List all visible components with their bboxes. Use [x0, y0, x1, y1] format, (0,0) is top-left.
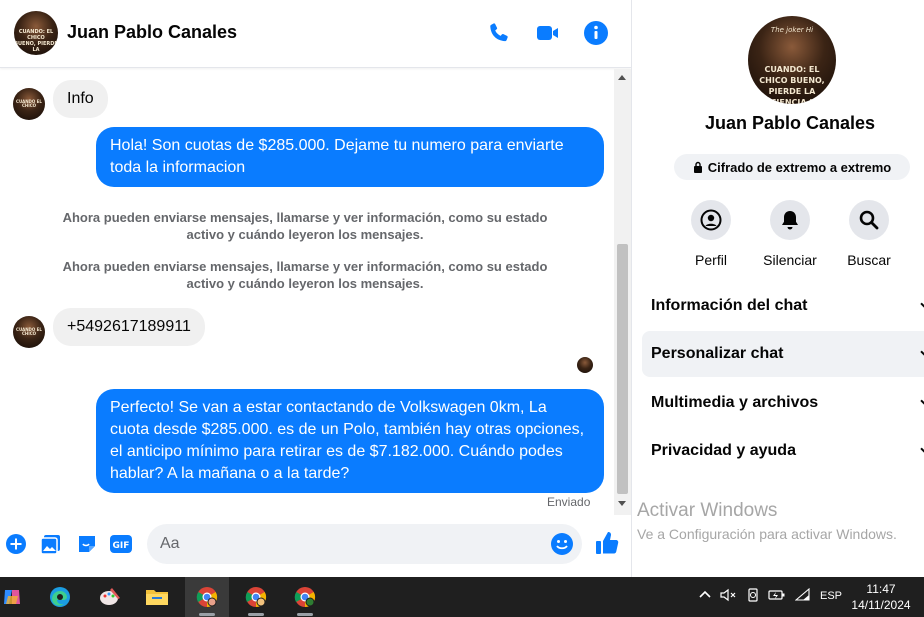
message-status: Enviado	[547, 495, 591, 509]
section-chat-info[interactable]: Información del chat	[642, 283, 924, 329]
battery-charging-icon[interactable]	[768, 588, 786, 605]
incoming-message[interactable]: +5492617189911	[53, 308, 205, 346]
outgoing-message[interactable]: Perfecto! Se van a estar contactando de …	[96, 389, 604, 493]
section-label: Privacidad y ayuda	[651, 442, 796, 459]
section-media-files[interactable]: Multimedia y archivos	[642, 380, 924, 426]
conversation-info-panel: The joker Hi CUANDO: EL CHICO BUENO, PIE…	[631, 0, 924, 577]
messenger-window: CUANDO: EL CHICO BUENO, PIERDE LA Juan Pa…	[0, 0, 924, 577]
chevron-down-icon	[920, 443, 924, 455]
info-contact-name: Juan Pablo Canales	[704, 113, 876, 133]
profile-label: Perfil	[695, 252, 727, 268]
profile-icon[interactable]	[691, 200, 731, 240]
info-icon[interactable]	[582, 19, 610, 47]
section-label: Información del chat	[651, 297, 808, 314]
speaker-muted-icon[interactable]	[720, 588, 736, 605]
message-scrollbar[interactable]	[614, 69, 631, 515]
copilot-icon[interactable]	[0, 577, 34, 617]
contact-avatar-small[interactable]: CUANDO EL CHICO	[13, 88, 45, 120]
message-input[interactable]	[160, 524, 550, 564]
system-clock[interactable]: 11:47 14/11/2024	[845, 581, 917, 613]
clock-time: 11:47	[866, 582, 896, 596]
system-notice: Ahora pueden enviarse mensajes, llamarse…	[62, 210, 548, 242]
paint-icon[interactable]	[88, 577, 132, 617]
chevron-down-icon	[920, 346, 924, 358]
section-privacy-help[interactable]: Privacidad y ayuda	[642, 428, 924, 474]
message-input-box[interactable]	[147, 524, 582, 564]
message-list[interactable]: CUANDO EL CHICO Info Hola! Son cuotas de…	[0, 69, 614, 515]
avatar-caption: CUANDO: EL CHICO BUENO, PIERDE LA PACIEN…	[759, 65, 825, 104]
contact-avatar-small[interactable]: CUANDO EL CHICO	[13, 316, 45, 348]
plus-icon[interactable]	[4, 532, 28, 556]
sticker-icon[interactable]	[75, 532, 99, 556]
clock-date: 14/11/2024	[851, 598, 911, 612]
phone-call-icon[interactable]	[485, 19, 513, 47]
section-label: Personalizar chat	[651, 345, 784, 362]
scroll-up-icon[interactable]	[618, 75, 626, 80]
lock-icon	[693, 161, 702, 173]
file-explorer-icon[interactable]	[135, 577, 179, 617]
wifi-icon[interactable]	[794, 587, 811, 605]
battery-saver-icon[interactable]	[746, 587, 760, 606]
like-icon[interactable]	[594, 530, 620, 556]
encryption-badge[interactable]: Cifrado de extremo a extremo	[674, 154, 910, 180]
bell-icon[interactable]	[770, 200, 810, 240]
activation-watermark-subtitle: Ve a Configuración para activar Windows.	[637, 526, 897, 542]
active-indicator	[199, 613, 215, 616]
chrome-profile-t-icon[interactable]	[283, 577, 327, 617]
system-notice: Ahora pueden enviarse mensajes, llamarse…	[62, 259, 548, 291]
open-indicator	[297, 613, 313, 616]
search-icon[interactable]	[849, 200, 889, 240]
edge-icon[interactable]	[38, 577, 82, 617]
gallery-icon[interactable]	[39, 532, 63, 556]
chevron-down-icon	[920, 298, 924, 310]
activation-watermark-title: Activar Windows	[637, 500, 778, 521]
section-customize-chat[interactable]: Personalizar chat	[642, 331, 924, 377]
chrome-icon[interactable]	[185, 577, 229, 617]
encryption-label: Cifrado de extremo a extremo	[707, 159, 892, 175]
chat-pane: CUANDO: EL CHICO BUENO, PIERDE LA Juan Pa…	[0, 0, 631, 577]
mute-label: Silenciar	[763, 252, 817, 268]
tray-chevron-up-icon[interactable]	[698, 587, 712, 604]
gif-icon[interactable]: GIF	[109, 532, 133, 556]
emoji-icon[interactable]	[550, 532, 574, 561]
scroll-down-icon[interactable]	[618, 501, 626, 506]
search-action[interactable]: Buscar	[834, 200, 904, 268]
contact-avatar[interactable]: CUANDO: EL CHICO BUENO, PIERDE LA	[14, 11, 58, 55]
contact-name[interactable]: Juan Pablo Canales	[67, 22, 237, 43]
read-receipt-avatar	[577, 357, 593, 373]
video-call-icon[interactable]	[534, 19, 562, 47]
section-label: Multimedia y archivos	[651, 394, 819, 411]
open-indicator	[248, 613, 264, 616]
search-label: Buscar	[847, 252, 891, 268]
mute-action[interactable]: Silenciar	[755, 200, 825, 268]
composer: GIF	[0, 520, 631, 570]
chrome-profile-icon[interactable]	[234, 577, 278, 617]
input-language[interactable]: ESP	[820, 590, 842, 602]
avatar-caption: The joker Hi	[770, 26, 814, 34]
outgoing-message[interactable]: Hola! Son cuotas de $285.000. Dejame tu …	[96, 127, 604, 187]
windows-taskbar: ESP 11:47 14/11/2024	[0, 577, 924, 617]
chevron-down-icon	[920, 395, 924, 407]
svg-text:GIF: GIF	[113, 541, 130, 551]
incoming-message[interactable]: Info	[53, 80, 108, 118]
scroll-thumb[interactable]	[617, 244, 628, 494]
info-avatar[interactable]: The joker Hi CUANDO: EL CHICO BUENO, PIE…	[748, 16, 836, 104]
profile-action[interactable]: Perfil	[676, 200, 746, 268]
chat-header: CUANDO: EL CHICO BUENO, PIERDE LA Juan Pa…	[0, 0, 631, 68]
